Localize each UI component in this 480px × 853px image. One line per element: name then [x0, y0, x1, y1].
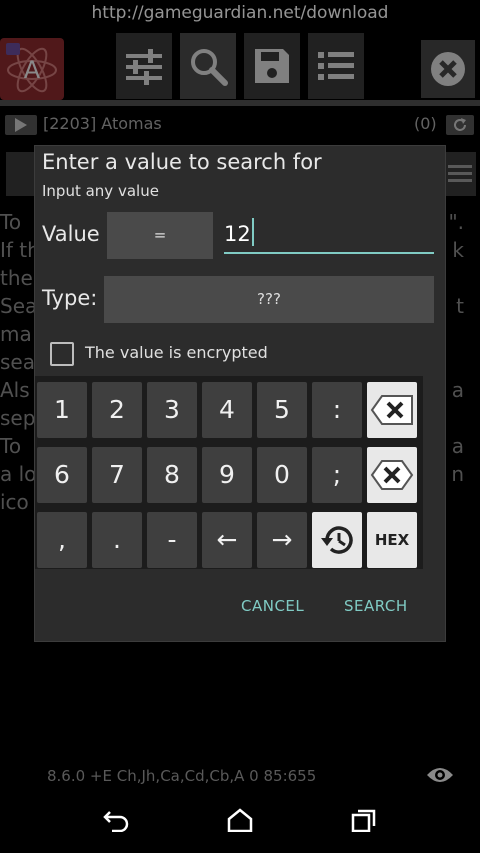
- value-label: Value: [42, 222, 100, 246]
- value-input[interactable]: 12: [224, 216, 434, 254]
- key-4[interactable]: 4: [202, 382, 252, 438]
- clear-icon[interactable]: [367, 447, 417, 503]
- search-button[interactable]: SEARCH: [344, 597, 408, 615]
- type-select-button[interactable]: ???: [104, 276, 434, 323]
- key-comma[interactable]: ,: [37, 512, 87, 568]
- home-icon[interactable]: [226, 808, 256, 836]
- text-cursor: [251, 218, 254, 246]
- key-semicolon[interactable]: ;: [312, 447, 362, 503]
- back-icon[interactable]: [102, 808, 132, 836]
- recent-apps-icon[interactable]: [350, 808, 380, 836]
- encrypted-checkbox-label: The value is encrypted: [85, 343, 268, 362]
- key-colon[interactable]: :: [312, 382, 362, 438]
- equals-button[interactable]: =: [107, 212, 213, 259]
- key-minus[interactable]: -: [147, 512, 197, 568]
- cancel-button[interactable]: CANCEL: [241, 597, 304, 615]
- key-0[interactable]: 0: [257, 447, 307, 503]
- backspace-icon[interactable]: [367, 382, 417, 438]
- key-left-arrow[interactable]: ←: [202, 512, 252, 568]
- encrypted-checkbox[interactable]: [50, 342, 74, 366]
- navigation-bar: [0, 790, 480, 853]
- key-3[interactable]: 3: [147, 382, 197, 438]
- key-7[interactable]: 7: [92, 447, 142, 503]
- key-8[interactable]: 8: [147, 447, 197, 503]
- keypad: 1 2 3 4 5 : 6 7 8 9 0 ; , . - ← → HEX: [35, 376, 423, 569]
- key-1[interactable]: 1: [37, 382, 87, 438]
- dialog-title: Enter a value to search for: [42, 150, 322, 174]
- key-period[interactable]: .: [92, 512, 142, 568]
- key-right-arrow[interactable]: →: [257, 512, 307, 568]
- key-2[interactable]: 2: [92, 382, 142, 438]
- hex-key[interactable]: HEX: [367, 512, 417, 568]
- type-label: Type:: [42, 286, 98, 310]
- key-9[interactable]: 9: [202, 447, 252, 503]
- search-dialog: Enter a value to search for Input any va…: [34, 145, 446, 642]
- history-icon[interactable]: [312, 512, 362, 568]
- dialog-subtitle: Input any value: [42, 182, 159, 200]
- key-5[interactable]: 5: [257, 382, 307, 438]
- value-input-text: 12: [224, 222, 251, 246]
- key-6[interactable]: 6: [37, 447, 87, 503]
